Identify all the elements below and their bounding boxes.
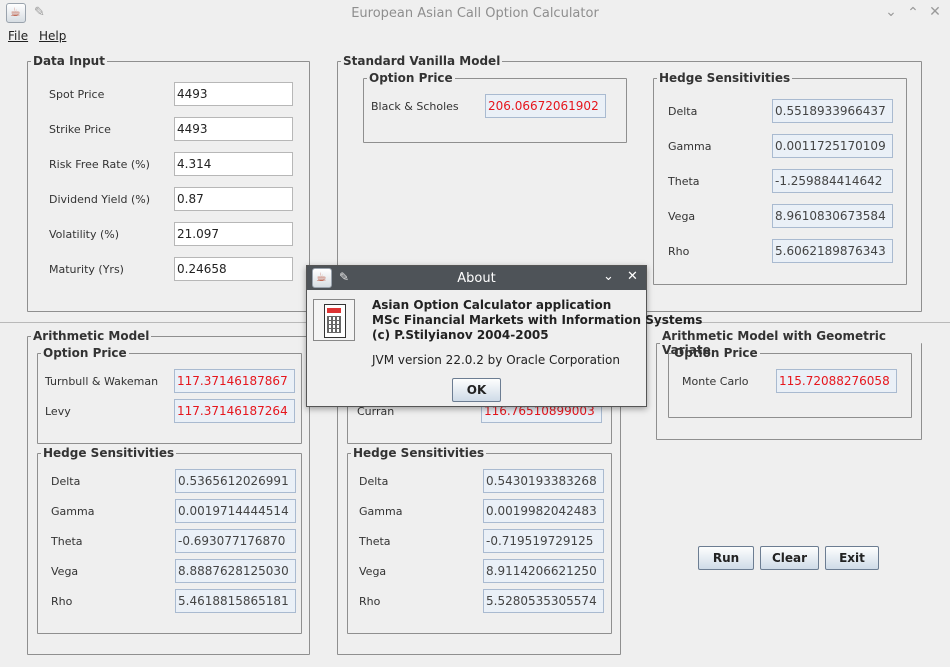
geometric-rho-value: 5.5280535305574 bbox=[483, 589, 604, 613]
arithmetic-theta-label: Theta bbox=[51, 535, 83, 548]
arithmetic-delta-value: 0.5365612026991 bbox=[175, 469, 296, 493]
spot-price-input[interactable]: 4493 bbox=[174, 82, 293, 106]
volatility-input[interactable]: 21.097 bbox=[174, 222, 293, 246]
vanilla-gamma-value: 0.0011725170109 bbox=[772, 134, 893, 158]
monte-carlo-value: 115.72088276058 bbox=[776, 369, 897, 393]
arithmetic-gamma-label: Gamma bbox=[51, 505, 95, 518]
about-app-name: Asian Option Calculator application bbox=[372, 298, 612, 312]
strike-price-label: Strike Price bbox=[49, 123, 111, 136]
geometric-hedge-title: Hedge Sensitivities bbox=[353, 446, 485, 460]
vanilla-model-title: Standard Vanilla Model bbox=[343, 54, 501, 68]
geometric-gamma-label: Gamma bbox=[359, 505, 403, 518]
vanilla-delta-value: 0.5518933966437 bbox=[772, 99, 893, 123]
about-close-button[interactable]: ✕ bbox=[627, 269, 638, 284]
volatility-label: Volatility (%) bbox=[49, 228, 120, 241]
risk-free-rate-input[interactable]: 4.314 bbox=[174, 152, 293, 176]
vanilla-theta-label: Theta bbox=[668, 175, 700, 188]
title-bar: ✎ European Asian Call Option Calculator … bbox=[0, 0, 950, 28]
geometric-vega-label: Vega bbox=[359, 565, 387, 578]
maturity-label: Maturity (Yrs) bbox=[49, 263, 124, 276]
black-scholes-label: Black & Scholes bbox=[371, 100, 459, 113]
arithmetic-hedge-title: Hedge Sensitivities bbox=[43, 446, 175, 460]
menu-bar: File Help bbox=[0, 28, 950, 48]
menu-file[interactable]: File bbox=[8, 29, 28, 43]
about-minimize-button[interactable]: ⌄ bbox=[603, 269, 614, 284]
menu-help[interactable]: Help bbox=[39, 29, 66, 43]
arithmetic-option-price-title: Option Price bbox=[43, 346, 127, 360]
vanilla-rho-value: 5.6062189876343 bbox=[772, 239, 893, 263]
about-jvm-version: JVM version 22.0.2 by Oracle Corporation bbox=[372, 353, 620, 367]
strike-price-input[interactable]: 4493 bbox=[174, 117, 293, 141]
chevron-down-icon: ⌄ bbox=[603, 269, 614, 284]
levy-label: Levy bbox=[45, 405, 71, 418]
turnbull-wakeman-value: 117.37146187867 bbox=[174, 369, 295, 393]
close-icon: ✕ bbox=[929, 4, 941, 20]
dividend-yield-input[interactable]: 0.87 bbox=[174, 187, 293, 211]
run-button[interactable]: Run bbox=[698, 546, 754, 570]
turnbull-wakeman-label: Turnbull & Wakeman bbox=[45, 375, 159, 388]
about-title-bar: ✎ About ⌄ ✕ bbox=[307, 266, 646, 290]
geometric-gamma-value: 0.0019982042483 bbox=[483, 499, 604, 523]
geometric-rho-label: Rho bbox=[359, 595, 381, 608]
about-title: About bbox=[457, 271, 496, 286]
arithmetic-delta-label: Delta bbox=[51, 475, 81, 488]
arithmetic-model-title: Arithmetic Model bbox=[33, 329, 150, 343]
vanilla-theta-value: -1.259884414642 bbox=[772, 169, 893, 193]
geometric-theta-value: -0.719519729125 bbox=[483, 529, 604, 553]
arithmetic-theta-value: -0.693077176870 bbox=[175, 529, 296, 553]
calculator-icon bbox=[313, 299, 355, 341]
arithmetic-gamma-value: 0.0019714444514 bbox=[175, 499, 296, 523]
geometric-delta-value: 0.5430193383268 bbox=[483, 469, 604, 493]
vanilla-gamma-label: Gamma bbox=[668, 140, 712, 153]
black-scholes-value: 206.06672061902 bbox=[485, 94, 606, 118]
chevron-down-icon: ⌄ bbox=[885, 4, 897, 20]
vanilla-rho-label: Rho bbox=[668, 245, 690, 258]
arithmetic-rho-value: 5.4618815865181 bbox=[175, 589, 296, 613]
vanilla-hedge-title: Hedge Sensitivities bbox=[659, 71, 791, 85]
chevron-up-icon: ⌃ bbox=[907, 5, 919, 21]
clear-button[interactable]: Clear bbox=[760, 546, 819, 570]
vanilla-option-price-title: Option Price bbox=[369, 71, 453, 85]
vanilla-vega-label: Vega bbox=[668, 210, 696, 223]
vanilla-vega-value: 8.9610830673584 bbox=[772, 204, 893, 228]
monte-carlo-label: Monte Carlo bbox=[682, 375, 749, 388]
minimize-button[interactable]: ⌄ bbox=[882, 4, 900, 20]
data-input-title: Data Input bbox=[33, 54, 105, 68]
control-variate-option-price-title: Option Price bbox=[674, 346, 758, 360]
about-copyright: (c) P.Stilyianov 2004-2005 bbox=[372, 328, 549, 342]
arithmetic-vega-value: 8.8887628125030 bbox=[175, 559, 296, 583]
arithmetic-rho-label: Rho bbox=[51, 595, 73, 608]
levy-value: 117.37146187264 bbox=[174, 399, 295, 423]
maximize-button[interactable]: ⌃ bbox=[904, 5, 922, 21]
close-window-button[interactable]: ✕ bbox=[926, 4, 944, 20]
about-dialog: ✎ About ⌄ ✕ Asian Option Calculator appl… bbox=[306, 265, 702, 407]
vanilla-delta-label: Delta bbox=[668, 105, 698, 118]
about-course: MSc Financial Markets with Information S… bbox=[372, 313, 703, 327]
arithmetic-vega-label: Vega bbox=[51, 565, 79, 578]
exit-button[interactable]: Exit bbox=[825, 546, 879, 570]
risk-free-rate-label: Risk Free Rate (%) bbox=[49, 158, 150, 171]
dividend-yield-label: Dividend Yield (%) bbox=[49, 193, 151, 206]
close-icon: ✕ bbox=[627, 269, 638, 284]
geometric-theta-label: Theta bbox=[359, 535, 391, 548]
maturity-input[interactable]: 0.24658 bbox=[174, 257, 293, 281]
geometric-delta-label: Delta bbox=[359, 475, 389, 488]
spot-price-label: Spot Price bbox=[49, 88, 105, 101]
geometric-vega-value: 8.9114206621250 bbox=[483, 559, 604, 583]
about-ok-button[interactable]: OK bbox=[452, 378, 501, 402]
window-title: European Asian Call Option Calculator bbox=[351, 6, 599, 21]
arithmetic-option-price-panel: Option Price bbox=[37, 346, 302, 444]
